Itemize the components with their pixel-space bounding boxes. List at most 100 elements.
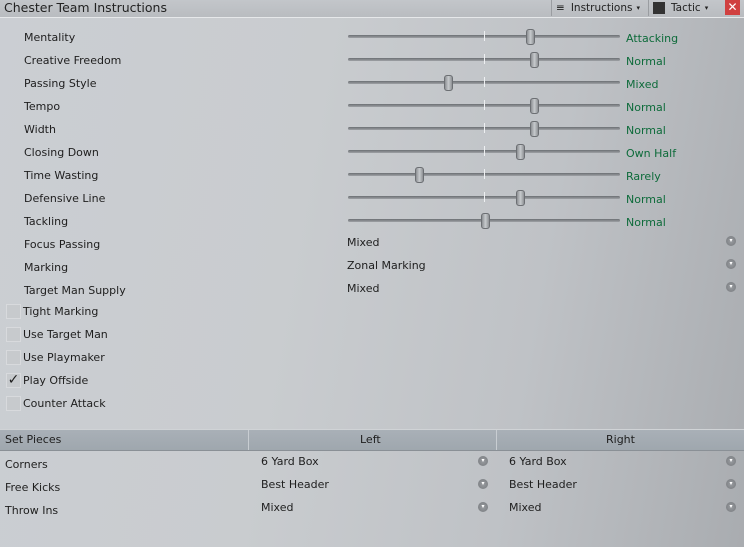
checkbox[interactable]	[6, 304, 21, 319]
instructions-menu-button[interactable]: ≡ Instructions ▾	[551, 0, 648, 16]
dropdown-row[interactable]: Target Man Supply Mixed ▾	[0, 279, 744, 302]
slider-label: Mentality	[24, 31, 76, 44]
set-pieces-header: Set Pieces Left Right	[0, 429, 744, 451]
slider-track[interactable]	[348, 75, 620, 91]
slider-track[interactable]	[348, 121, 620, 137]
right-dropdown-value[interactable]: Best Header	[509, 478, 577, 491]
right-dropdown-value[interactable]: 6 Yard Box	[509, 455, 567, 468]
right-dropdown-value[interactable]: Mixed	[509, 501, 541, 514]
slider-thumb[interactable]	[516, 190, 526, 206]
left-dropdown-value[interactable]: Mixed	[261, 501, 293, 514]
checkbox-label: Use Playmaker	[23, 351, 105, 364]
chevron-down-icon: ▾	[636, 4, 640, 12]
slider-value: Attacking	[626, 32, 679, 45]
checkbox-row[interactable]: Use Target Man	[0, 324, 744, 347]
slider-midpoint	[484, 31, 485, 41]
column-divider	[248, 430, 249, 450]
dropdown-row[interactable]: Marking Zonal Marking ▾	[0, 256, 744, 279]
checkbox[interactable]	[6, 327, 21, 342]
slider-track[interactable]	[348, 98, 620, 114]
slider-thumb[interactable]	[444, 75, 453, 91]
checkbox[interactable]: ✓	[6, 373, 21, 388]
slider-value: Normal	[626, 124, 666, 137]
slider-row: Tempo Normal	[0, 95, 744, 118]
slider-midpoint	[484, 77, 485, 87]
slider-label: Creative Freedom	[24, 54, 122, 67]
set-piece-label: Free Kicks	[5, 481, 61, 494]
dropdown-row[interactable]: Focus Passing Mixed ▾	[0, 233, 744, 256]
tactic-label: Tactic	[671, 2, 701, 14]
chevron-down-icon[interactable]: ▾	[726, 236, 736, 246]
slider-row: Defensive Line Normal	[0, 187, 744, 210]
checkbox[interactable]	[6, 350, 21, 365]
slider-thumb[interactable]	[525, 29, 535, 45]
dropdown-value[interactable]: Mixed	[347, 236, 379, 249]
chevron-down-icon[interactable]: ▾	[478, 479, 488, 489]
slider-label: Width	[24, 123, 56, 136]
title-bar: Chester Team Instructions ≡ Instructions…	[0, 0, 744, 18]
chevron-down-icon[interactable]: ▾	[478, 456, 488, 466]
slider-value: Normal	[626, 55, 666, 68]
slider-track[interactable]	[348, 29, 620, 45]
chevron-down-icon[interactable]: ▾	[726, 479, 736, 489]
slider-midpoint	[484, 146, 485, 156]
slider-row: Mentality Attacking	[0, 26, 744, 49]
chevron-down-icon[interactable]: ▾	[726, 282, 736, 292]
slider-midpoint	[484, 54, 485, 64]
chevron-down-icon[interactable]: ▾	[726, 502, 736, 512]
set-piece-row: Corners 6 Yard Box ▾ 6 Yard Box ▾	[0, 452, 744, 475]
slider-thumb[interactable]	[529, 121, 539, 137]
dropdown-value[interactable]: Mixed	[347, 282, 379, 295]
left-header-label: Left	[360, 433, 381, 446]
slider-thumb[interactable]	[481, 213, 490, 229]
checkbox-row[interactable]: Tight Marking	[0, 301, 744, 324]
slider-track[interactable]	[348, 190, 620, 206]
checkbox-row[interactable]: Use Playmaker	[0, 347, 744, 370]
chevron-down-icon[interactable]: ▾	[726, 259, 736, 269]
check-icon: ✓	[7, 372, 20, 388]
slider-midpoint	[484, 100, 485, 110]
slider-row: Closing Down Own Half	[0, 141, 744, 164]
set-piece-row: Throw Ins Mixed ▾ Mixed ▾	[0, 498, 744, 521]
chevron-down-icon[interactable]: ▾	[726, 456, 736, 466]
slider-midpoint	[484, 192, 485, 202]
slider-track[interactable]	[348, 167, 620, 183]
slider-row: Creative Freedom Normal	[0, 49, 744, 72]
checkbox-row[interactable]: Counter Attack	[0, 393, 744, 416]
slider-value: Mixed	[626, 78, 659, 91]
slider-row: Tackling Normal	[0, 210, 744, 233]
dropdown-label: Focus Passing	[24, 238, 101, 251]
checkbox-row[interactable]: ✓ Play Offside	[0, 370, 744, 393]
slider-thumb[interactable]	[414, 167, 424, 183]
page-title: Chester Team Instructions	[4, 0, 167, 15]
dropdown-label: Marking	[24, 261, 69, 274]
slider-midpoint	[484, 123, 485, 133]
set-piece-label: Corners	[5, 458, 48, 471]
dropdown-label: Target Man Supply	[24, 284, 126, 297]
slider-thumb[interactable]	[516, 144, 526, 160]
checkbox-label: Counter Attack	[23, 397, 106, 410]
dropdown-value[interactable]: Zonal Marking	[347, 259, 426, 272]
slider-label: Defensive Line	[24, 192, 106, 205]
slider-row: Width Normal	[0, 118, 744, 141]
checkbox-label: Use Target Man	[23, 328, 108, 341]
slider-value: Rarely	[626, 170, 661, 183]
slider-label: Tempo	[24, 100, 61, 113]
left-dropdown-value[interactable]: Best Header	[261, 478, 329, 491]
slider-label: Closing Down	[24, 146, 99, 159]
close-button[interactable]: ✕	[725, 0, 740, 15]
slider-track[interactable]	[348, 52, 620, 68]
tactic-board-icon	[653, 2, 665, 14]
set-pieces-header-label: Set Pieces	[5, 433, 62, 446]
chevron-down-icon[interactable]: ▾	[478, 502, 488, 512]
checkbox[interactable]	[6, 396, 21, 411]
slider-track[interactable]	[348, 213, 620, 229]
slider-thumb[interactable]	[529, 98, 539, 114]
slider-label: Time Wasting	[24, 169, 99, 182]
checkbox-label: Tight Marking	[23, 305, 99, 318]
left-dropdown-value[interactable]: 6 Yard Box	[261, 455, 319, 468]
slider-row: Passing Style Mixed	[0, 72, 744, 95]
slider-track[interactable]	[348, 144, 620, 160]
tactic-menu-button[interactable]: Tactic ▾	[648, 0, 723, 16]
slider-thumb[interactable]	[529, 52, 539, 68]
